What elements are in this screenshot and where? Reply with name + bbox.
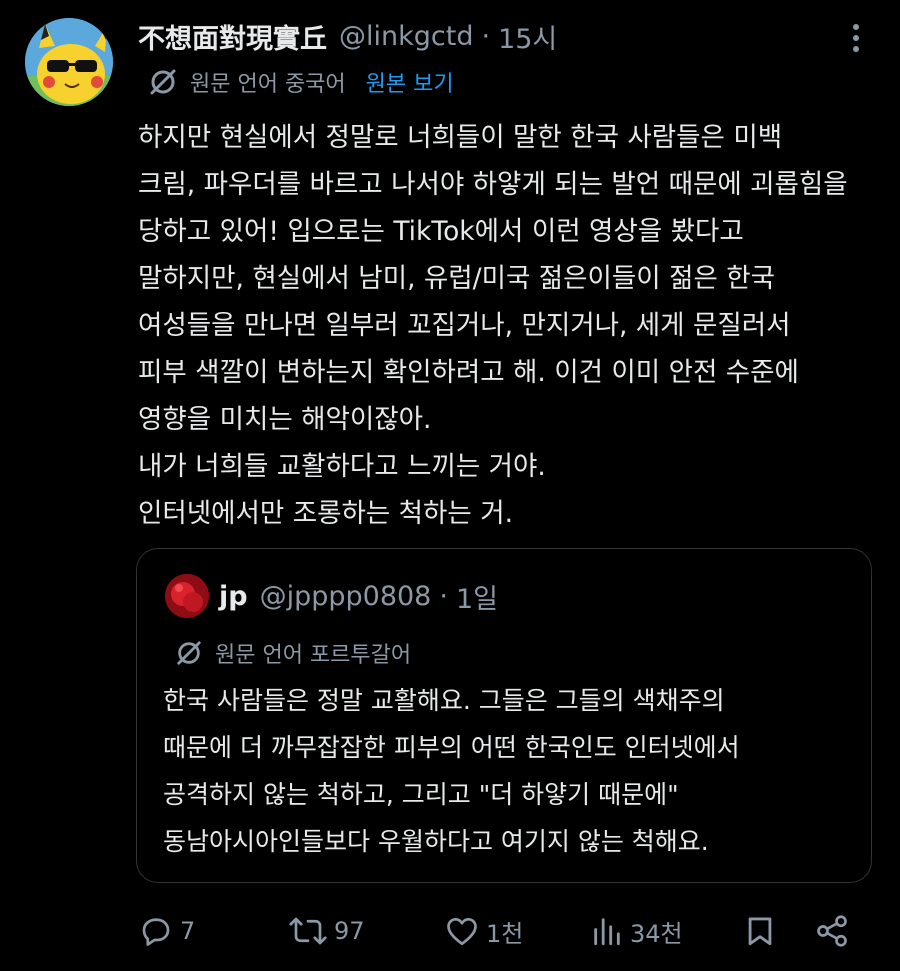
post-header: 不想面對現實丘 @linkgctd · 15시	[138, 14, 557, 58]
quoted-translation-label: 원문 언어 포르투갈어	[215, 643, 412, 668]
reply-icon	[142, 918, 170, 946]
repost-icon	[289, 917, 327, 945]
reply-count: 7	[180, 917, 196, 945]
translate-icon	[177, 641, 201, 665]
more-dot-icon	[853, 46, 859, 52]
bookmark-button[interactable]	[743, 906, 777, 956]
more-dot-icon	[853, 35, 859, 41]
translation-label: 원문 언어 중국어	[190, 72, 346, 97]
separator-dot: ·	[481, 20, 491, 52]
post-body-line: 하지만 현실에서 정말로 너희들이 말한 한국 사람들은 미백	[138, 122, 783, 153]
separator-dot: ·	[439, 580, 448, 612]
post-body-line: 여성들을 만나면 일부러 꼬집거나, 만지거나, 세게 문질러서	[138, 310, 791, 341]
post[interactable]: 不想面對現實丘 @linkgctd · 15시 원문 언어 중국어 원본 보기 …	[0, 0, 900, 971]
quoted-translation-notice: 원문 언어 포르투갈어	[175, 635, 411, 671]
translate-icon	[150, 69, 176, 95]
post-body-line: 피부 색깔이 변하는지 확인하려고 해. 이건 이미 안전 수준에	[138, 357, 799, 388]
quoted-post-header: jp @jpppp0808 · 1일	[219, 573, 498, 619]
translation-notice: 원문 언어 중국어 원본 보기	[148, 62, 454, 102]
bookmark-icon	[748, 917, 772, 946]
views-icon	[594, 918, 620, 946]
repost-button[interactable]: 97	[288, 906, 365, 956]
quoted-body-line: 한국 사람들은 정말 교활해요. 그들은 그들의 색채주의	[163, 686, 725, 715]
heart-icon	[447, 917, 477, 946]
show-original-link[interactable]: 원본 보기	[366, 66, 454, 98]
post-body-line: 인터넷에서만 조롱하는 척하는 거.	[138, 498, 514, 529]
views-count: 34천	[630, 919, 683, 948]
avatar-image	[25, 18, 113, 106]
user-handle[interactable]: @linkgctd	[339, 21, 473, 52]
more-options-button[interactable]	[844, 20, 868, 56]
post-body-line: 크림, 파우더를 바르고 나서야 하얗게 되는 발언 때문에 괴롭힘을	[138, 169, 848, 200]
quoted-timestamp[interactable]: 1일	[456, 577, 498, 616]
post-body-line: 영향을 미치는 해악이잖아.	[138, 404, 432, 435]
quoted-body-line: 때문에 더 까무잡잡한 피부의 어떤 한국인도 인터넷에서	[163, 733, 740, 762]
quoted-post[interactable]: jp @jpppp0808 · 1일 원문 언어 포르투갈어 한국 사람들은 정…	[136, 548, 872, 883]
views-button[interactable]: 34천	[590, 906, 683, 956]
share-button[interactable]	[814, 906, 850, 956]
post-body-line: 당하고 있어! 입으로는 TikTok에서 이런 영상을 봤다고	[138, 216, 744, 247]
quoted-avatar[interactable]	[165, 574, 209, 618]
like-button[interactable]: 1천	[444, 906, 523, 956]
quoted-body-line: 동남아시아인들보다 우월하다고 여기지 않는 척해요.	[163, 827, 709, 856]
repost-count: 97	[334, 917, 365, 945]
display-name[interactable]: 不想面對現實丘	[138, 17, 327, 56]
post-timestamp[interactable]: 15시	[498, 17, 557, 56]
reply-button[interactable]: 7	[138, 906, 195, 956]
like-count: 1천	[486, 919, 524, 948]
quoted-body-line: 공격하지 않는 척하고, 그리고 "더 하얗기 때문에"	[163, 780, 679, 809]
quoted-user-handle[interactable]: @jpppp0808	[260, 581, 432, 612]
post-body-line: 말하지만, 현실에서 남미, 유럽/미국 젊은이들이 젊은 한국	[138, 263, 776, 294]
post-body: 하지만 현실에서 정말로 너희들이 말한 한국 사람들은 미백 크림, 파우더를…	[138, 114, 888, 537]
share-icon	[817, 915, 847, 947]
action-bar: 7 97 1천 34천	[138, 906, 868, 956]
avatar[interactable]	[25, 18, 113, 106]
quoted-display-name[interactable]: jp	[219, 581, 248, 612]
quoted-post-body: 한국 사람들은 정말 교활해요. 그들은 그들의 색채주의 때문에 더 까무잡잡…	[163, 677, 863, 865]
post-body-line: 내가 너희들 교활하다고 느끼는 거야.	[138, 451, 546, 482]
more-dot-icon	[853, 24, 859, 30]
quoted-avatar-image	[165, 574, 209, 618]
